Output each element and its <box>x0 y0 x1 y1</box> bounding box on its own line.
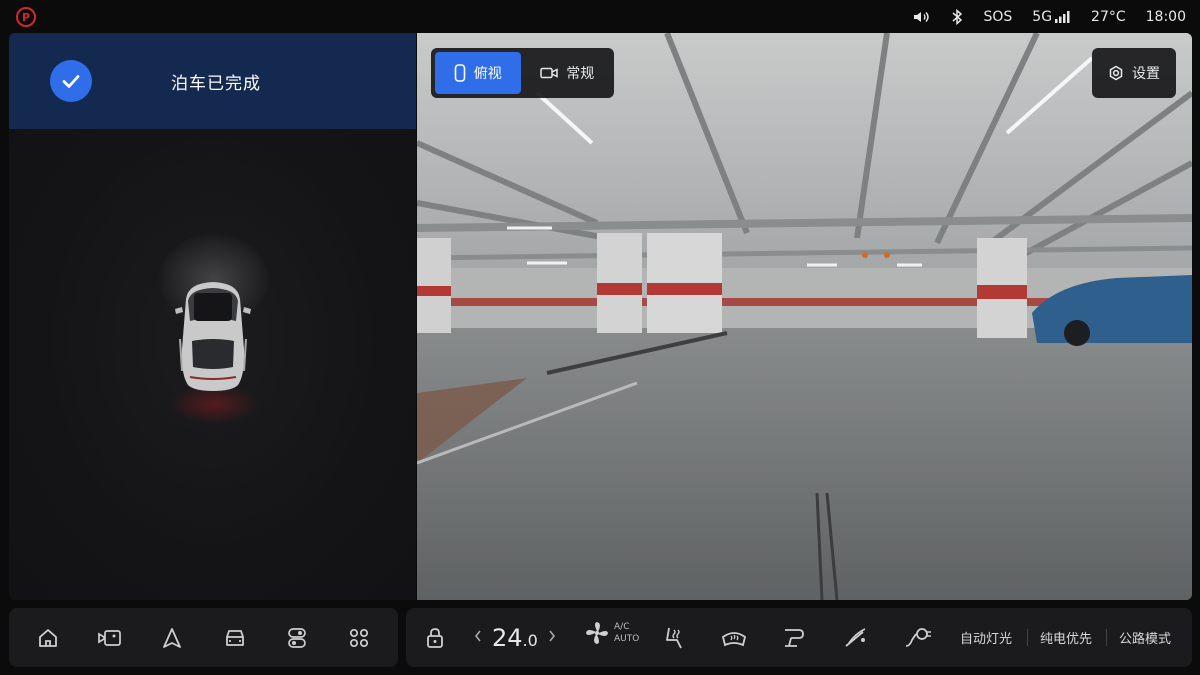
navigation-icon <box>163 627 182 648</box>
parking-status-panel: 泊车已完成 <box>9 33 416 600</box>
outside-temperature: 27°C <box>1091 8 1126 25</box>
apps-button[interactable] <box>339 618 379 658</box>
view-top-button[interactable]: 俯视 <box>435 52 521 94</box>
lock-icon <box>427 627 443 648</box>
wiper-button[interactable] <box>843 608 869 667</box>
parking-garage-scene <box>417 33 1192 600</box>
view-normal-label: 常规 <box>566 66 595 82</box>
status-indicators: SOS 5G 27°C 18:00 <box>913 0 1186 33</box>
apps-grid-icon <box>349 628 368 647</box>
view-normal-button[interactable]: 常规 <box>525 52 611 94</box>
parking-complete-text: 泊车已完成 <box>171 74 261 94</box>
temperature-integer: 24 <box>492 623 523 652</box>
temperature-decimal: .0 <box>522 630 538 650</box>
ac-auto-button[interactable]: A/C AUTO <box>584 620 639 646</box>
settings-button[interactable]: 设置 <box>1092 48 1176 98</box>
temperature-value: 24.0 <box>492 624 538 652</box>
controls-button[interactable] <box>277 618 317 658</box>
vehicle-overview <box>9 129 416 600</box>
mirror-icon <box>785 628 804 647</box>
status-bar: P SOS 5G 27°C 18:00 <box>0 0 1200 33</box>
camera-app-button[interactable] <box>90 618 130 658</box>
top-view-icon <box>454 64 466 82</box>
seat-heating-icon <box>666 627 682 648</box>
temperature-control: 24.0 <box>474 608 556 667</box>
camera-icon <box>540 67 558 79</box>
settings-label: 设置 <box>1132 66 1160 82</box>
ac-mode: AUTO <box>614 634 640 644</box>
sos-label[interactable]: SOS <box>983 9 1012 25</box>
ac-label: A/C <box>614 622 630 632</box>
check-icon <box>50 60 92 102</box>
toggle-controls-icon <box>287 627 306 648</box>
climate-dock: 24.0 A/C AUTO 自动灯光 纯电优先 公路模式 <box>406 608 1192 667</box>
divider <box>1106 629 1107 646</box>
chevron-right-icon <box>549 630 555 642</box>
ev-priority-button[interactable]: 纯电优先 <box>1040 608 1092 667</box>
temp-decrease-button[interactable] <box>474 628 482 647</box>
home-icon <box>39 628 57 647</box>
auto-lights-button[interactable]: 自动灯光 <box>960 608 1012 667</box>
front-defrost-icon <box>721 631 747 646</box>
volume-icon[interactable] <box>913 10 931 24</box>
parking-brake-icon: P <box>16 7 36 27</box>
seat-heat-button[interactable] <box>661 608 687 667</box>
ac-text: A/C AUTO <box>614 621 639 645</box>
view-top-label: 俯视 <box>473 66 502 82</box>
lock-button[interactable] <box>426 608 444 667</box>
mirror-adjust-button[interactable] <box>781 608 807 667</box>
fan-icon <box>586 622 608 644</box>
network-indicator: 5G <box>1032 9 1071 25</box>
front-defrost-button[interactable] <box>721 608 747 667</box>
gear-icon <box>1109 65 1123 81</box>
vehicle-button[interactable] <box>215 618 255 658</box>
view-toggle: 俯视 常规 <box>431 48 614 98</box>
video-camera-icon <box>98 629 122 646</box>
parking-complete-banner: 泊车已完成 <box>9 33 416 129</box>
camera-view[interactable]: 俯视 常规 设置 <box>417 33 1192 600</box>
charge-port-icon <box>905 627 931 647</box>
home-button[interactable] <box>28 618 68 658</box>
divider <box>1027 629 1028 646</box>
chevron-left-icon <box>474 630 481 642</box>
highway-mode-button[interactable]: 公路模式 <box>1119 608 1171 667</box>
car-icon <box>225 629 244 646</box>
vehicle-top-view <box>175 282 251 391</box>
wiper-icon <box>845 627 866 647</box>
network-label: 5G <box>1032 8 1053 25</box>
bluetooth-icon[interactable] <box>951 8 963 25</box>
signal-icon <box>1055 10 1070 23</box>
charge-port-button[interactable] <box>904 608 932 667</box>
temp-increase-button[interactable] <box>548 628 556 647</box>
app-dock <box>9 608 398 667</box>
clock: 18:00 <box>1145 8 1186 25</box>
navigation-button[interactable] <box>152 618 192 658</box>
